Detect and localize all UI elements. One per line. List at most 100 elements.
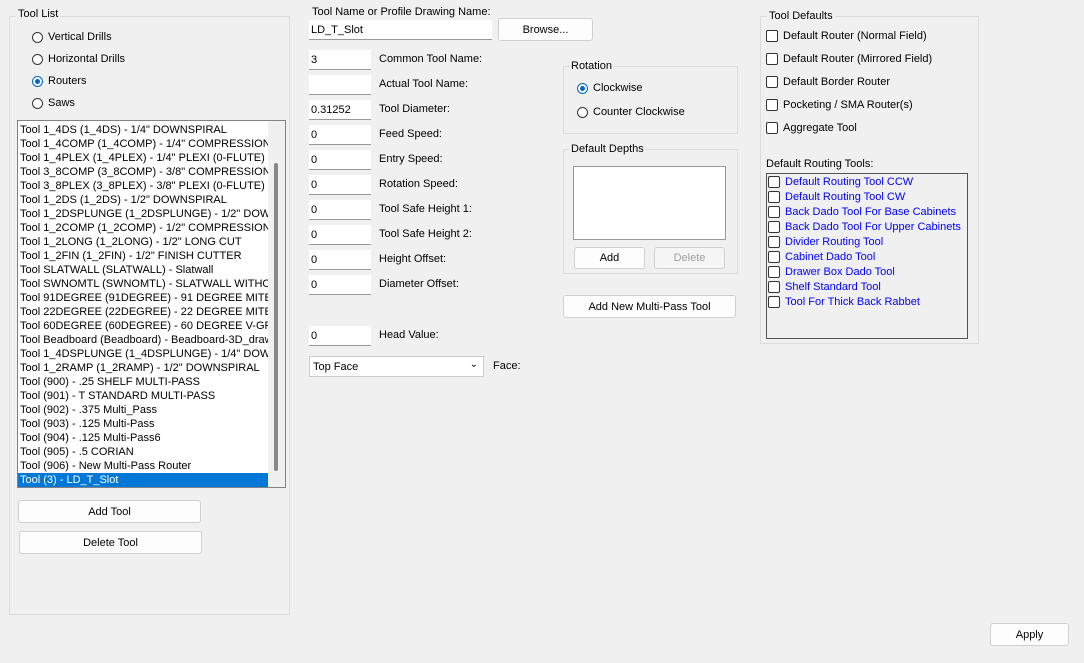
field-input-3[interactable]: 0	[309, 125, 371, 145]
checkbox-icon[interactable]	[768, 205, 780, 218]
radio-rotation-1[interactable]: Counter Clockwise	[577, 106, 685, 118]
tool-list-item[interactable]: Tool 22DEGREE (22DEGREE) - 22 DEGREE MIT…	[18, 305, 268, 319]
field-label-0: Common Tool Name:	[379, 53, 483, 65]
radio-tool-type-3[interactable]: Saws	[32, 97, 75, 109]
field-input-7[interactable]: 0	[309, 225, 371, 245]
tool-list-item[interactable]: Tool 1_4DS (1_4DS) - 1/4" DOWNSPIRAL	[18, 123, 268, 137]
radio-icon[interactable]	[577, 106, 588, 118]
routing-tool-label: Back Dado Tool For Base Cabinets	[785, 205, 956, 218]
tool-list-item[interactable]: Tool 1_4PLEX (1_4PLEX) - 1/4" PLEXI (0-F…	[18, 151, 268, 165]
radio-icon[interactable]	[32, 75, 43, 87]
routing-tool-item[interactable]: Cabinet Dado Tool	[768, 249, 961, 264]
routing-tool-item[interactable]: Default Routing Tool CCW	[768, 174, 961, 189]
checkbox-icon[interactable]	[768, 220, 780, 233]
routing-tool-item[interactable]: Back Dado Tool For Base Cabinets	[768, 204, 961, 219]
routing-tool-item[interactable]: Drawer Box Dado Tool	[768, 264, 961, 279]
default-check-4[interactable]: Aggregate Tool	[766, 122, 857, 134]
radio-tool-type-0[interactable]: Vertical Drills	[32, 31, 112, 43]
browse-button[interactable]: Browse...	[498, 18, 593, 41]
rotation-group	[563, 66, 738, 134]
field-input-6[interactable]: 0	[309, 200, 371, 220]
radio-tool-type-2[interactable]: Routers	[32, 75, 87, 87]
radio-icon[interactable]	[32, 31, 43, 43]
checkbox-icon[interactable]	[768, 250, 780, 263]
delete-depth-button[interactable]: Delete	[654, 247, 725, 269]
checkbox-icon[interactable]	[768, 265, 780, 278]
default-check-2[interactable]: Default Border Router	[766, 76, 890, 88]
tool-list-item[interactable]: Tool 91DEGREE (91DEGREE) - 91 DEGREE MIT…	[18, 291, 268, 305]
add-depth-button[interactable]: Add	[574, 247, 645, 269]
checkbox-icon[interactable]	[768, 280, 780, 293]
field-input-0[interactable]: 3	[309, 50, 371, 70]
checkbox-icon[interactable]	[768, 175, 780, 188]
profile-name-input[interactable]	[309, 20, 492, 40]
field-input-4[interactable]: 0	[309, 150, 371, 170]
default-depths-title: Default Depths	[569, 143, 646, 155]
tool-list-item[interactable]: Tool 60DEGREE (60DEGREE) - 60 DEGREE V-G…	[18, 319, 268, 333]
radio-rotation-0[interactable]: Clockwise	[577, 82, 643, 94]
routing-tool-item[interactable]: Divider Routing Tool	[768, 234, 961, 249]
field-input-2[interactable]: 0.31252	[309, 100, 371, 120]
tool-list-item[interactable]: Tool 1_2RAMP (1_2RAMP) - 1/2" DOWNSPIRAL	[18, 361, 268, 375]
checkbox-icon[interactable]	[766, 53, 778, 65]
tool-list-item[interactable]: Tool 1_2LONG (1_2LONG) - 1/2" LONG CUT	[18, 235, 268, 249]
radio-label: Saws	[48, 97, 75, 109]
tool-listbox[interactable]: Tool 1_4DS (1_4DS) - 1/4" DOWNSPIRAL Tool…	[17, 120, 286, 488]
checkbox-icon[interactable]	[766, 122, 778, 134]
default-check-1[interactable]: Default Router (Mirrored Field)	[766, 53, 932, 65]
apply-button[interactable]: Apply	[990, 623, 1069, 646]
routing-tool-item[interactable]: Back Dado Tool For Upper Cabinets	[768, 219, 961, 234]
routing-tool-item[interactable]: Tool For Thick Back Rabbet	[768, 294, 961, 309]
radio-tool-type-1[interactable]: Horizontal Drills	[32, 53, 125, 65]
default-depths-list[interactable]	[573, 166, 726, 240]
checkbox-icon[interactable]	[766, 99, 778, 111]
tool-list-item[interactable]: Tool SLATWALL (SLATWALL) - Slatwall	[18, 263, 268, 277]
routing-tool-label: Tool For Thick Back Rabbet	[785, 295, 920, 308]
checkbox-icon[interactable]	[766, 76, 778, 88]
scrollbar-thumb[interactable]	[274, 163, 278, 471]
tool-list-item[interactable]: Tool (902) - .375 Multi_Pass	[18, 403, 268, 417]
tool-list-item[interactable]: Tool (3) - LD_T_Slot	[18, 473, 268, 487]
tool-list-item[interactable]: Tool (904) - .125 Multi-Pass6	[18, 431, 268, 445]
radio-icon[interactable]	[32, 97, 43, 109]
radio-icon[interactable]	[577, 82, 588, 94]
tool-list-item[interactable]: Tool (906) - New Multi-Pass Router	[18, 459, 268, 473]
field-input-9[interactable]: 0	[309, 275, 371, 295]
field-label-1: Actual Tool Name:	[379, 78, 469, 90]
tool-list-item[interactable]: Tool Beadboard (Beadboard) - Beadboard-3…	[18, 333, 268, 347]
tool-list-item[interactable]: Tool 1_2COMP (1_2COMP) - 1/2" COMPRESSIO…	[18, 221, 268, 235]
routing-tool-item[interactable]: Default Routing Tool CW	[768, 189, 961, 204]
checkbox-icon[interactable]	[766, 30, 778, 42]
add-multipass-tool-button[interactable]: Add New Multi-Pass Tool	[563, 295, 736, 318]
add-tool-button[interactable]: Add Tool	[18, 500, 201, 523]
tool-list-item[interactable]: Tool (900) - .25 SHELF MULTI-PASS	[18, 375, 268, 389]
checkbox-icon[interactable]	[768, 235, 780, 248]
checkbox-icon[interactable]	[768, 190, 780, 203]
tool-list-item[interactable]: Tool 1_2FIN (1_2FIN) - 1/2" FINISH CUTTE…	[18, 249, 268, 263]
tool-list-item[interactable]: Tool 1_2DSPLUNGE (1_2DSPLUNGE) - 1/2" DO…	[18, 207, 268, 221]
tool-list-item[interactable]: Tool (901) - T STANDARD MULTI-PASS	[18, 389, 268, 403]
tool-list-item[interactable]: Tool (903) - .125 Multi-Pass	[18, 417, 268, 431]
face-select[interactable]: Top Face ⌄	[309, 356, 484, 377]
field-input-1[interactable]	[309, 75, 371, 95]
default-check-0[interactable]: Default Router (Normal Field)	[766, 30, 927, 42]
tool-list-item[interactable]: Tool 1_2DS (1_2DS) - 1/2" DOWNSPIRAL	[18, 193, 268, 207]
default-check-3[interactable]: Pocketing / SMA Router(s)	[766, 99, 913, 111]
radio-label: Horizontal Drills	[48, 53, 126, 65]
delete-tool-button[interactable]: Delete Tool	[19, 531, 202, 554]
field-input-5[interactable]: 0	[309, 175, 371, 195]
tool-list-item[interactable]: Tool 1_4COMP (1_4COMP) - 1/4" COMPRESSIO…	[18, 137, 268, 151]
head-value-input[interactable]	[309, 326, 371, 346]
checkbox-icon[interactable]	[768, 295, 780, 308]
routing-tool-item[interactable]: Shelf Standard Tool	[768, 279, 961, 294]
tool-list-item[interactable]: Tool 3_8PLEX (3_8PLEX) - 3/8" PLEXI (0-F…	[18, 179, 268, 193]
tool-list-item[interactable]: Tool (905) - .5 CORIAN	[18, 445, 268, 459]
field-input-8[interactable]: 0	[309, 250, 371, 270]
routing-tool-label: Back Dado Tool For Upper Cabinets	[785, 220, 961, 233]
radio-icon[interactable]	[32, 53, 43, 65]
tool-list-item[interactable]: Tool 1_4DSPLUNGE (1_4DSPLUNGE) - 1/4" DO…	[18, 347, 268, 361]
tool-list-item[interactable]: Tool SWNOMTL (SWNOMTL) - SLATWALL WITHOU…	[18, 277, 268, 291]
list-scrollbar[interactable]	[268, 121, 285, 487]
tool-list-item[interactable]: Tool 3_8COMP (3_8COMP) - 3/8" COMPRESSIO…	[18, 165, 268, 179]
routing-tools-list[interactable]: Default Routing Tool CCW Default Routing …	[766, 173, 968, 339]
